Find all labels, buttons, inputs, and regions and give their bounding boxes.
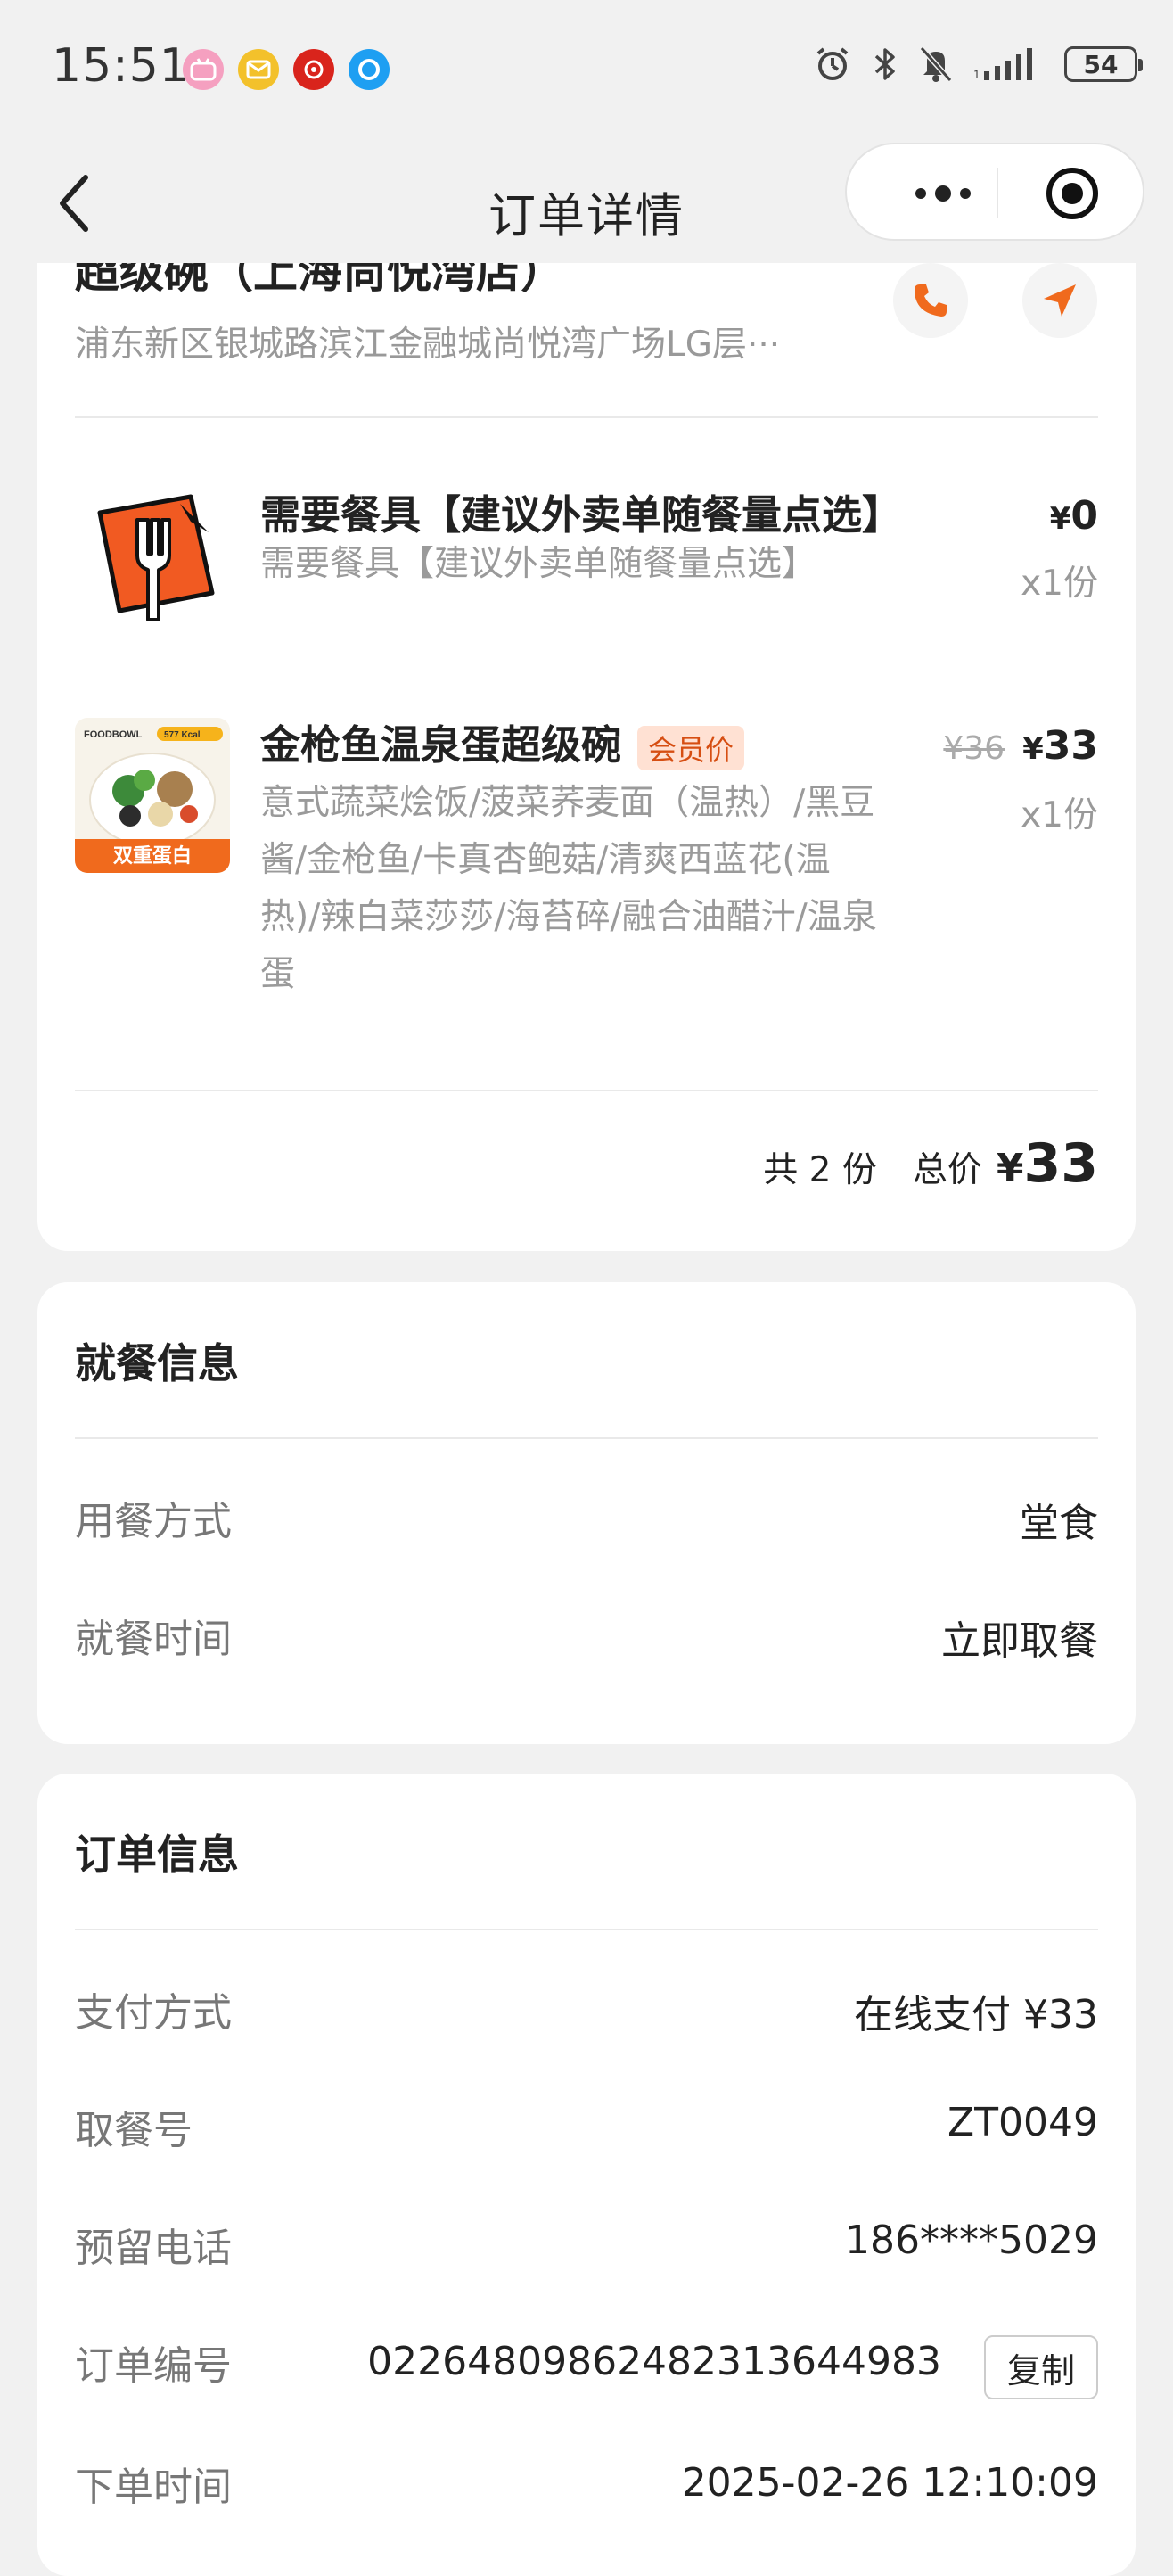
netease-music-icon [293,49,334,90]
circle-app-icon [349,49,390,90]
image-brand: FOODBOWL [84,729,143,740]
order-number-label: 订单编号 [75,2343,232,2389]
navigation-bar: 订单详情 [0,143,1173,263]
order-info-card: 订单信息 支付方式 在线支付 ¥33 取餐号 ZT0049 预留电话 186**… [37,1774,1136,2576]
divider [75,1929,1098,1930]
pickup-number-label: 取餐号 [75,2108,193,2153]
phone-value: 186****5029 [845,2218,1098,2263]
capsule-divider [997,168,998,218]
target-icon [1046,168,1098,219]
divider [75,1437,1098,1439]
item-name: 需要餐具【建议外卖单随餐量点选】 [260,491,903,539]
price-value: 0 [1070,493,1098,539]
mail-icon [238,49,279,90]
currency-symbol: ¥ [1022,731,1044,767]
item-count: 共 2 份 [763,1150,877,1190]
status-app-icons [183,49,390,90]
item-price: ¥36 ¥33 [943,723,1098,769]
dining-time-label: 就餐时间 [75,1617,232,1662]
status-right: 1 54 [813,45,1143,84]
dining-mode-label: 用餐方式 [75,1499,232,1544]
order-time-value: 2025-02-26 12:10:09 [681,2460,1098,2506]
item-quantity: x1份 [1021,795,1098,835]
dining-time-value: 立即取餐 [941,1618,1098,1664]
divider [75,1090,1098,1091]
item-quantity: x1份 [1021,564,1098,604]
status-time: 15:51 [52,39,190,93]
total-label: 总价 [912,1150,982,1190]
call-store-button[interactable] [893,263,968,338]
payment-method-value: 在线支付 ¥33 [854,1992,1098,2037]
status-bar: 15:51 1 54 [0,0,1173,143]
more-dots-icon [915,185,971,202]
section-title: 就餐信息 [75,1339,239,1387]
copy-button[interactable]: 复制 [984,2335,1098,2399]
mute-icon [918,45,954,84]
order-number-value: 02264809862482313644983 [367,2339,941,2384]
image-kcal: 577 Kcal [164,730,201,740]
alarm-icon [813,45,852,84]
battery-icon: 54 [1064,46,1143,82]
order-items-card: 超级碗（上海尚悦湾店） 浦东新区银城路滨江金融城尚悦湾广场LG层··· 需要餐具… [37,263,1136,1251]
item-description: 意式蔬菜烩饭/菠菜荞麦面（温热）/黑豆酱/金枪鱼/卡真杏鲍菇/清爽西蓝花(温热)… [260,783,877,994]
bowl-image: FOODBOWL 577 Kcal 双重蛋白 [75,718,230,873]
total-currency: ¥ [996,1146,1024,1191]
phone-icon [915,284,947,317]
currency-symbol: ¥ [1049,501,1071,537]
order-total: 共 2 份总价 ¥33 [763,1132,1098,1195]
order-time-label: 下单时间 [75,2465,232,2510]
miniapp-capsule [845,143,1144,241]
dining-mode-value: 堂食 [1020,1501,1098,1546]
image-tag: 双重蛋白 [113,844,192,868]
store-address: 浦东新区银城路滨江金融城尚悦湾广场LG层··· [75,325,781,365]
original-price: ¥36 [943,730,1005,767]
svg-text:1: 1 [973,69,980,81]
more-button[interactable] [890,173,997,214]
pickup-number-value: ZT0049 [947,2100,1098,2145]
store-name: 超级碗（上海尚悦湾店） [75,263,565,298]
item-description: 需要餐具【建议外卖单随餐量点选】 [260,544,817,584]
bluetooth-icon [872,45,898,84]
divider [75,416,1098,418]
close-miniapp-button[interactable] [1045,166,1100,221]
item-price: ¥0 [1050,493,1098,539]
payment-method-label: 支付方式 [75,1990,232,2036]
cutlery-image [75,477,230,632]
price-value: 33 [1043,723,1098,769]
total-amount: 33 [1023,1132,1099,1195]
navigation-arrow-icon [1044,284,1076,317]
dining-info-card: 就餐信息 用餐方式 堂食 就餐时间 立即取餐 [37,1282,1136,1744]
navigate-store-button[interactable] [1022,263,1097,338]
signal-icon: 1 [973,46,1045,82]
item-name: 金枪鱼温泉蛋超级碗 会员价 [260,712,745,770]
phone-label: 预留电话 [75,2226,232,2271]
item-name-text: 金枪鱼温泉蛋超级碗 [260,721,622,769]
member-price-badge: 会员价 [637,726,745,770]
section-title: 订单信息 [75,1831,239,1879]
bilibili-icon [183,49,224,90]
